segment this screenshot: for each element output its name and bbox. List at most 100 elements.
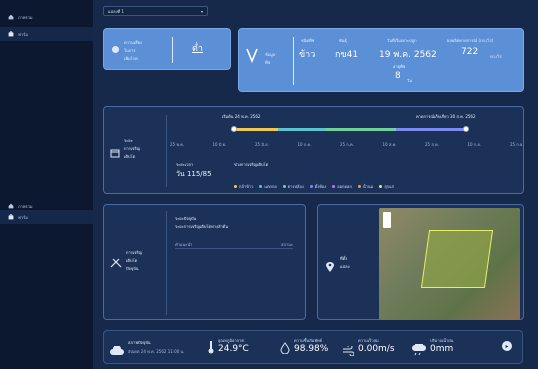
thermometer-icon xyxy=(208,339,214,358)
legend-dot-icon xyxy=(259,185,263,188)
sidebar-item-farm-2[interactable]: ฟาร์ม xyxy=(0,210,93,224)
wind-label: ความเร็วลม xyxy=(358,338,379,343)
rain-label: ปริมาณน้ำฝน xyxy=(430,338,454,343)
sidebar-item-label: ภาพรวม xyxy=(18,203,33,209)
expand-icon[interactable]: ▸ xyxy=(502,341,512,351)
sidebar-item-label: ฟาร์ม xyxy=(18,31,28,37)
plot-boundary[interactable] xyxy=(420,230,494,288)
legend-label: สุกแก่ xyxy=(384,184,395,189)
planting-date-label: วันที่เริ่มเพาะปลูก xyxy=(387,38,417,43)
legend-dot-icon xyxy=(234,185,237,188)
timeline-tick-label: 10 มิ.ย. xyxy=(212,142,227,147)
location-label-line1: ที่ตั้ง xyxy=(340,256,348,261)
main-content: แปลงที่ 1 ▾ ความเสี่ยง ในการ เพิ่มโรค ต่… xyxy=(93,0,538,369)
stage-label: ระยะเวลา xyxy=(176,162,194,167)
yield-label: ผลผลิตคาดการณ์ (กก./ไร่) xyxy=(447,38,494,43)
growth-label-line3: เติบโต xyxy=(124,154,136,159)
legend-dot-icon xyxy=(379,185,383,188)
status-label: สภาพปัจจุบัน xyxy=(128,340,151,345)
timeline-end-handle[interactable] xyxy=(463,126,469,132)
stage-panel-item[interactable]: ระยะการเจริญเติบโตทางลำต้น xyxy=(175,223,228,230)
current-label-line3: ปัจจุบัน xyxy=(126,266,139,271)
rain-cloud-icon xyxy=(412,341,426,360)
age-value: 8 xyxy=(395,71,401,81)
growth-label-line2: การเจริญ xyxy=(124,146,141,151)
table-header-right: สถานะ xyxy=(281,242,293,247)
growth-timeline-bar xyxy=(231,128,467,131)
legend-label: น้ำนม xyxy=(362,184,374,189)
home-icon xyxy=(8,203,14,209)
sidebar: ภาพรวม ฟาร์ม ภาพรวม ฟาร์ม xyxy=(0,0,94,369)
location-label-line2: แปลง xyxy=(340,264,350,269)
sidebar-item-farm[interactable]: ฟาร์ม xyxy=(0,27,93,41)
satellite-map[interactable] xyxy=(379,208,520,320)
legend-title: ช่วงการเจริญเติบโต xyxy=(234,162,269,167)
current-label-line1: การเจริญ xyxy=(126,250,143,255)
legend-dot-icon xyxy=(282,185,286,188)
legend-item: แตกกอ xyxy=(259,183,277,190)
temperature-metric: อุณหภูมิอากาศ 24.9°C xyxy=(218,337,249,354)
calendar-icon xyxy=(110,143,120,162)
legend-item: ย่างปล้อง xyxy=(282,183,304,190)
humidity-value: 98.98% xyxy=(294,344,329,354)
disease-risk-card: ความเสี่ยง ในการ เพิ่มโรค ต่ำ xyxy=(103,28,231,70)
zoom-controls[interactable] xyxy=(383,212,391,228)
humidity-label: ความชื้นสัมพัทธ์ xyxy=(294,338,323,343)
stage-panel-title: ระยะปัจจุบัน xyxy=(175,216,197,221)
yield-unit: กก./ไร่ xyxy=(490,54,502,59)
age-label: อายุพืช xyxy=(393,64,406,69)
divider xyxy=(175,248,293,249)
stage-value: วัน 115/85 xyxy=(176,170,212,178)
growth-label-line1: ระยะ xyxy=(124,138,133,143)
timeline-tick-row: 25 พ.ค. 10 มิ.ย. 25 มิ.ย. 10 ก.ค. 25 ก.ค. 10 … xyxy=(170,141,524,151)
current-stage-card: การเจริญ เติบโต ปัจจุบัน ระยะปัจจุบัน ระ… xyxy=(103,204,306,320)
growth-stage-card: ระยะ การเจริญ เติบโต เริ่มต้น 24 พ.ค. 25… xyxy=(103,106,524,194)
risk-label-line1: ความเสี่ยง xyxy=(124,40,142,45)
legend-item: ออกดอก xyxy=(332,183,352,190)
plot-select-dropdown[interactable]: แปลงที่ 1 ▾ xyxy=(103,6,208,16)
timeline-tick-label: 25 มิ.ย. xyxy=(255,142,269,147)
humidity-metric: ความชื้นสัมพัทธ์ 98.98% xyxy=(294,337,328,354)
dropdown-value: แปลงที่ 1 xyxy=(108,8,124,14)
status-sub: อัปเดต 24 พ.ค. 2562 11:00 น. xyxy=(128,349,185,354)
risk-label-line3: เพิ่มโรค xyxy=(124,56,138,61)
timeline-tick-label: 25 ส.ค. xyxy=(425,142,440,147)
legend-item: กล้าข้าว xyxy=(234,183,253,190)
legend-label: ออกดอก xyxy=(337,184,352,189)
crop-type-label: ชนิดพืช xyxy=(301,38,315,43)
timeline-tick-label: 10 ส.ค. xyxy=(382,142,397,147)
timeline-tick-label: 25 ก.ย. xyxy=(510,142,524,147)
divider xyxy=(166,115,167,187)
legend: กล้าข้าว แตกกอ ย่างปล้อง ตั้งท้อง ออกดอก น้ำน… xyxy=(234,173,524,189)
legend-dot-icon xyxy=(357,185,361,188)
age-unit: วัน xyxy=(407,78,412,83)
timeline-tick-label: 10 ก.ย. xyxy=(467,142,482,147)
sidebar-item-overview[interactable]: ภาพรวม xyxy=(8,10,33,24)
legend-label: กล้าข้าว xyxy=(239,184,254,189)
legend-dot-icon xyxy=(309,185,313,188)
timeline-start-handle[interactable] xyxy=(231,126,237,132)
legend-dot-icon xyxy=(332,185,336,188)
sidebar-item-label: ฟาร์ม xyxy=(18,214,28,220)
timeline-tick-label: 25 ก.ค. xyxy=(340,142,355,147)
legend-item: สุกแก่ xyxy=(379,183,394,190)
status-dot-icon xyxy=(112,46,119,53)
timeline-tick-label: 10 ก.ค. xyxy=(297,142,312,147)
legend-label: แตกกอ xyxy=(264,184,277,189)
temperature-value: 24.9°C xyxy=(218,344,249,354)
risk-label-line2: ในการ xyxy=(124,48,136,53)
planting-date-value: 19 พ.ค. 2562 xyxy=(379,50,437,60)
app-window: ภาพรวม ฟาร์ม ภาพรวม ฟาร์ม แปลงที่ 1 ▾ คว… xyxy=(0,0,538,369)
harvest-date-label: คาดการณ์เก็บเกี่ยว 30 ส.ค. 2562 xyxy=(416,114,476,119)
droplet-icon xyxy=(280,339,290,358)
rain-metric: ปริมาณน้ำฝน 0mm xyxy=(430,337,453,354)
plant-icon xyxy=(110,253,122,272)
temperature-label: อุณหภูมิอากาศ xyxy=(218,338,244,343)
legend-item: น้ำนม xyxy=(357,183,374,190)
variety-value: กข41 xyxy=(335,50,359,60)
legend-item: ตั้งท้อง xyxy=(309,183,326,190)
crop-info-card: ข้อมูล พืช ชนิดพืช ข้าว พันธุ์ กข41 วันท… xyxy=(238,28,524,92)
wind-metric: ความเร็วลม 0.00m/s xyxy=(358,337,395,354)
start-date-label: เริ่มต้น 24 พ.ค. 2562 xyxy=(222,114,261,119)
risk-value: ต่ำ xyxy=(192,44,203,54)
